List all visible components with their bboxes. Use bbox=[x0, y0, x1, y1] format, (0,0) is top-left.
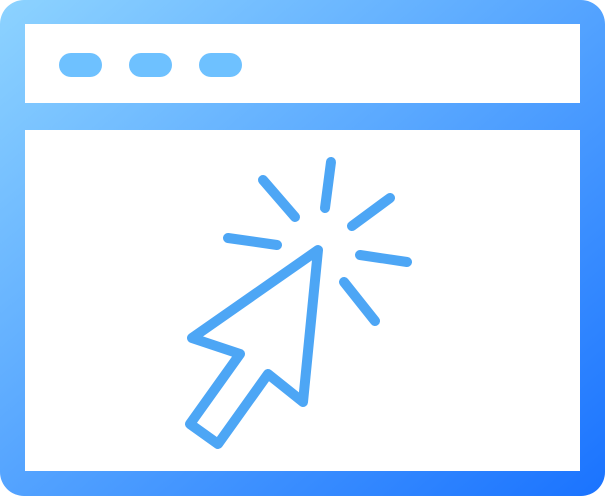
click-ray bbox=[223, 233, 282, 250]
titlebar-dot bbox=[59, 53, 102, 77]
click-ray bbox=[355, 250, 412, 267]
content-panel bbox=[25, 130, 580, 471]
browser-window-icon bbox=[0, 0, 605, 496]
titlebar-panel bbox=[25, 24, 580, 103]
click-ray bbox=[320, 157, 336, 213]
browser-click-illustration bbox=[0, 0, 605, 496]
titlebar-dot bbox=[199, 53, 242, 77]
titlebar-dot bbox=[129, 53, 172, 77]
